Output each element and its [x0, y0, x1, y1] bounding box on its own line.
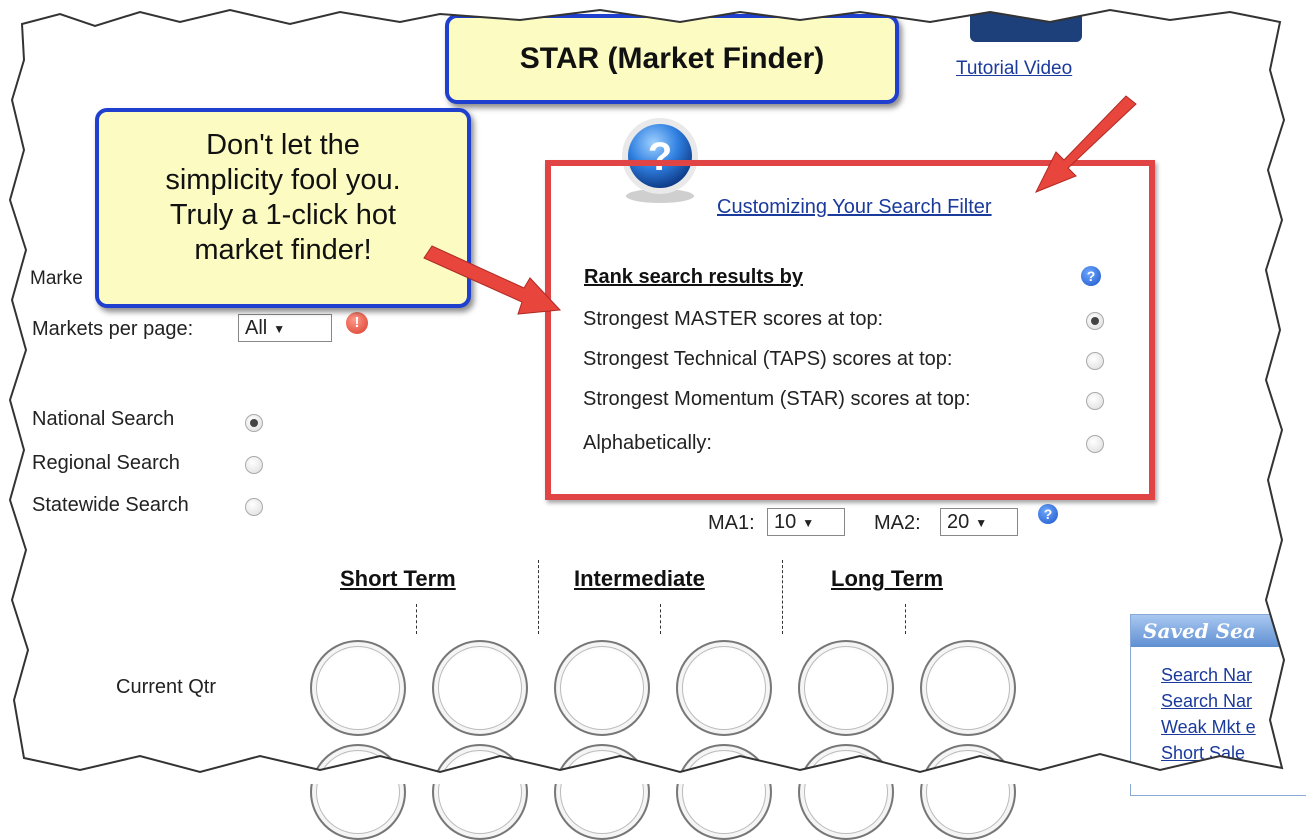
- arrow-to-rank-options: [423, 245, 562, 315]
- arrow-to-customize-link: [1034, 95, 1137, 193]
- pointer-arrows: [423, 95, 1137, 315]
